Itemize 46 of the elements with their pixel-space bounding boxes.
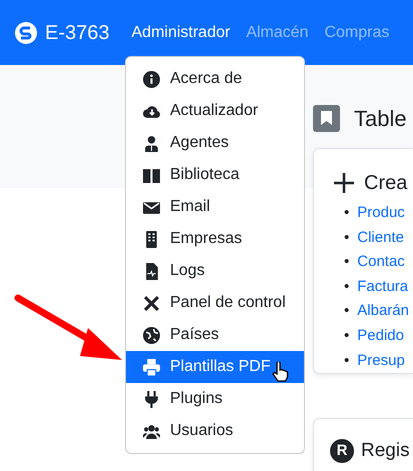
plus-icon [334,173,354,193]
menu-item[interactable]: Usuarios [126,415,304,447]
bullet: • [344,228,350,248]
create-link[interactable]: Factura [357,274,408,300]
menu-item[interactable]: Email [126,191,304,223]
page-title: Table [354,104,407,132]
bullet: • [344,350,350,371]
file-icon [143,262,160,280]
menu-item[interactable]: Biblioteca [126,159,304,191]
create-link[interactable]: Albarán [357,299,409,324]
plug-icon [143,390,160,408]
create-link[interactable]: Presup [357,348,405,374]
nav-link[interactable]: Almacén [246,20,308,44]
menu-item[interactable]: Empresas [126,223,304,255]
brand-name[interactable]: E-3763 [45,18,110,48]
book-icon [143,166,160,184]
menu-item[interactable]: Plantillas PDF [126,351,304,383]
menu-item[interactable]: Logs [126,255,304,287]
card-title: Regis [361,438,410,463]
menu-item[interactable]: Países [126,319,304,351]
info-icon [143,70,160,88]
menu-item[interactable]: Plugins [126,383,304,415]
bullet: • [344,203,350,223]
user-icon [143,134,160,152]
bullet: • [344,301,350,322]
users-icon [143,422,160,440]
bookmark-icon [313,104,340,132]
menu-item[interactable]: Acerca de [126,63,304,95]
menu-item[interactable]: Agentes [126,127,304,159]
create-link[interactable]: Pedido [357,324,404,349]
menu-item[interactable]: Panel de control [126,287,304,319]
create-link[interactable]: Cliente [357,226,404,250]
nav-link[interactable]: Administrador [132,20,230,44]
hand-cursor-icon [272,362,290,382]
building-icon [143,230,160,248]
bullet: • [344,276,350,297]
create-link[interactable]: Produc [357,201,405,226]
nav-link[interactable]: Compras [324,20,390,44]
logo-icon [15,22,37,44]
card-title: Crea [364,171,408,196]
printer-icon [143,358,160,376]
create-link[interactable]: Contac [357,250,405,275]
menu-item[interactable]: Actualizador [126,95,304,127]
registered-icon: R [330,439,354,463]
bullet: • [344,252,350,272]
bullet: • [344,326,350,346]
